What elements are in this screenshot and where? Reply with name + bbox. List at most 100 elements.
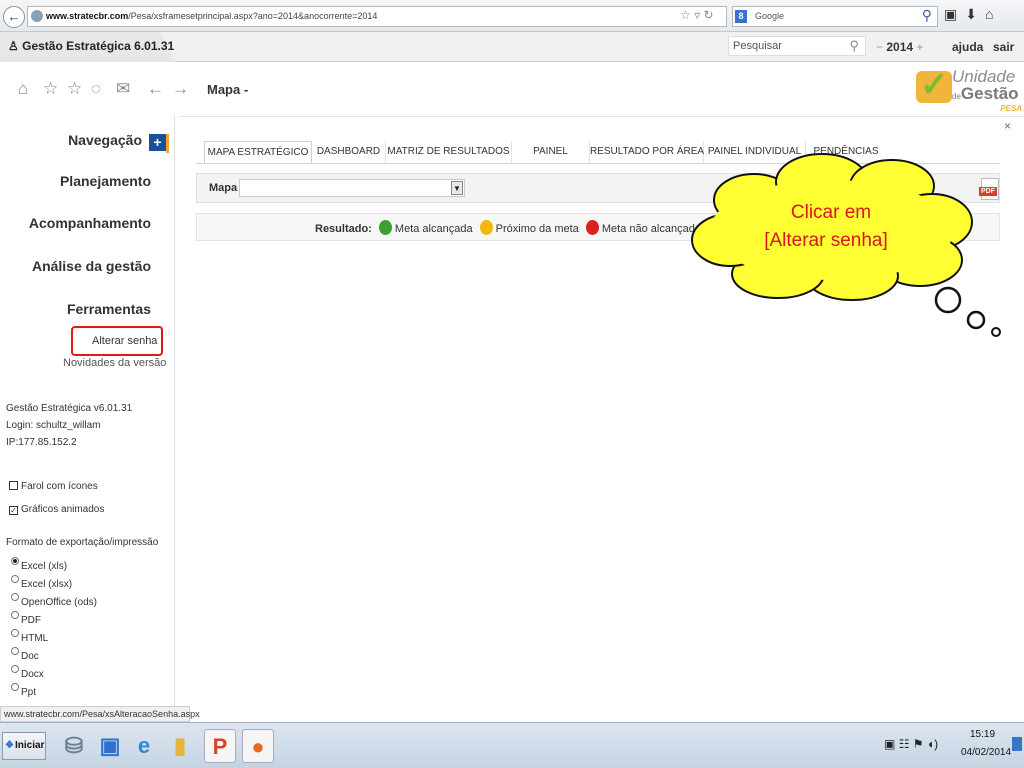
login-info: Login: schultz_willam: [6, 420, 101, 431]
radio-button[interactable]: [11, 593, 19, 601]
radio-excel-xlsx[interactable]: Excel (xlsx): [11, 575, 72, 590]
favorite-add-icon[interactable]: ☆: [43, 79, 58, 99]
search-placeholder: Google: [755, 11, 785, 21]
tab-dashboard[interactable]: DASHBOARD: [312, 141, 386, 163]
alterar-senha-link[interactable]: Alterar senha: [92, 335, 157, 347]
year-value: 2014: [886, 40, 914, 54]
checkbox-graficos-box[interactable]: ✓: [9, 506, 18, 515]
radio-openoffice[interactable]: OpenOffice (ods): [11, 593, 97, 608]
network-app-icon[interactable]: ⛁: [58, 729, 90, 763]
home-icon[interactable]: ⌂: [985, 6, 1001, 22]
search-engine-icon[interactable]: 8: [735, 10, 747, 23]
flag-icon[interactable]: ⚑: [913, 737, 924, 751]
search-icon[interactable]: ⚲: [922, 6, 932, 25]
download-icon[interactable]: ⬇: [965, 6, 985, 22]
globe-icon: [31, 10, 43, 22]
radio-button[interactable]: [11, 557, 19, 565]
address-bar[interactable]: www.stratecbr.com/Pesa/xsframesetprincip…: [27, 6, 727, 27]
checkbox-farol-label: Farol com ícones: [21, 481, 98, 492]
cloud-bubble-small: [991, 327, 1001, 337]
sidebar-item-planejamento[interactable]: Planejamento: [0, 173, 151, 189]
unidade-gestao-logo: Unidade deGestão PESA: [914, 65, 1024, 117]
network-icon[interactable]: ☷: [899, 737, 910, 751]
year-selector: − 2014 +: [876, 40, 923, 54]
system-tray: ▣ ☷ ⚑ ◖): [884, 737, 938, 751]
navigation-header[interactable]: Navegação: [0, 132, 168, 148]
back-icon[interactable]: ←: [147, 79, 164, 99]
help-link[interactable]: ajuda: [952, 40, 983, 54]
checkbox-farol[interactable]: Farol com ícones: [9, 481, 98, 492]
app-search-input[interactable]: Pesquisar ⚲: [728, 36, 866, 56]
show-desktop-button[interactable]: [1012, 737, 1022, 751]
radio-docx[interactable]: Docx: [11, 665, 44, 680]
expand-nav-button[interactable]: +: [149, 134, 166, 151]
folder-icon[interactable]: ▮: [164, 729, 196, 763]
history-dropdown-icon[interactable]: ▿: [694, 8, 700, 22]
sidebar-item-acompanhamento[interactable]: Acompanhamento: [0, 215, 151, 231]
volume-icon[interactable]: ◖): [927, 737, 938, 751]
radio-doc[interactable]: Doc: [11, 647, 39, 662]
radio-button[interactable]: [11, 683, 19, 691]
powerpoint-icon[interactable]: P: [204, 729, 236, 763]
powershell-icon[interactable]: ▣: [94, 729, 126, 763]
app-search-placeholder: Pesquisar: [733, 40, 782, 52]
favorites-icon[interactable]: ☆: [67, 79, 82, 99]
radio-label: Docx: [21, 669, 44, 680]
result-legend: Resultado: Meta alcançada Próximo da met…: [315, 220, 724, 235]
forward-icon[interactable]: →: [172, 79, 189, 99]
url-domain: www.stratecbr.com: [46, 11, 129, 21]
internet-explorer-icon[interactable]: e: [128, 729, 160, 763]
close-icon[interactable]: ×: [1004, 119, 1011, 133]
checkbox-farol-box[interactable]: [9, 481, 18, 490]
radio-button[interactable]: [11, 575, 19, 583]
browser-search-field[interactable]: 8 Google ⚲: [732, 6, 938, 27]
bookmarks-icon[interactable]: ▣: [944, 6, 965, 22]
start-label: Iniciar: [14, 740, 45, 751]
search-icon[interactable]: ⚲: [849, 37, 859, 55]
sidebar-item-analise[interactable]: Análise da gestão: [0, 258, 151, 274]
bookmark-star-icon[interactable]: ☆: [680, 8, 691, 22]
comment-icon[interactable]: ◌: [91, 79, 101, 99]
checkbox-graficos-label: Gráficos animados: [21, 504, 105, 515]
mail-icon[interactable]: ✉: [116, 79, 130, 99]
map-select[interactable]: ▼: [239, 179, 465, 197]
sidebar-item-ferramentas[interactable]: Ferramentas: [0, 301, 151, 317]
home-icon[interactable]: ⌂: [18, 79, 28, 99]
radio-excel-xls[interactable]: Excel (xls): [11, 557, 67, 572]
checkbox-graficos[interactable]: ✓ Gráficos animados: [9, 504, 104, 515]
nav-accent-bar: [166, 134, 169, 153]
year-next-button[interactable]: +: [916, 40, 923, 54]
novidades-link[interactable]: Novidades da versão: [63, 357, 166, 369]
tab-painel[interactable]: PAINEL: [512, 141, 590, 163]
radio-pdf[interactable]: PDF: [11, 611, 41, 626]
logo-line2: deGestão: [952, 84, 1019, 104]
radio-label: OpenOffice (ods): [21, 597, 97, 608]
radio-label: HTML: [21, 633, 49, 644]
clock-time[interactable]: 15:19: [970, 729, 995, 740]
radio-button[interactable]: [11, 647, 19, 655]
start-button[interactable]: Iniciar: [2, 732, 46, 760]
logo-line2-text: Gestão: [960, 84, 1019, 103]
radio-ppt[interactable]: Ppt: [11, 683, 36, 698]
firefox-icon[interactable]: ●: [242, 729, 274, 763]
tab-matriz-resultados[interactable]: MATRIZ DE RESULTADOS: [386, 141, 512, 163]
app-toolbar: ⌂ ☆ ☆ ◌ ✉ ← → Mapa - Unidade deGestão PE…: [0, 62, 1024, 116]
tray-app-icon[interactable]: ▣: [884, 737, 895, 751]
browser-status-bar: www.stratecbr.com/Pesa/xsAlteracaoSenha.…: [0, 706, 200, 722]
result-label: Resultado:: [315, 223, 372, 235]
page-title: Mapa -: [207, 82, 249, 97]
logo-check-icon: [916, 65, 952, 105]
back-arrow-icon[interactable]: ←: [3, 6, 25, 28]
logout-link[interactable]: sair: [993, 40, 1014, 54]
radio-button[interactable]: [11, 629, 19, 637]
dropdown-arrow-icon[interactable]: ▼: [451, 181, 463, 195]
export-format-title: Formato de exportação/impressão: [6, 537, 159, 548]
radio-button[interactable]: [11, 665, 19, 673]
tab-mapa-estrategico[interactable]: MAPA ESTRATÉGICO: [204, 141, 312, 163]
clock-date[interactable]: 04/02/2014: [961, 747, 1011, 758]
radio-html[interactable]: HTML: [11, 629, 48, 644]
radio-label: Doc: [21, 651, 39, 662]
radio-button[interactable]: [11, 611, 19, 619]
reload-icon[interactable]: ↻: [703, 8, 713, 22]
year-prev-button[interactable]: −: [876, 40, 883, 54]
